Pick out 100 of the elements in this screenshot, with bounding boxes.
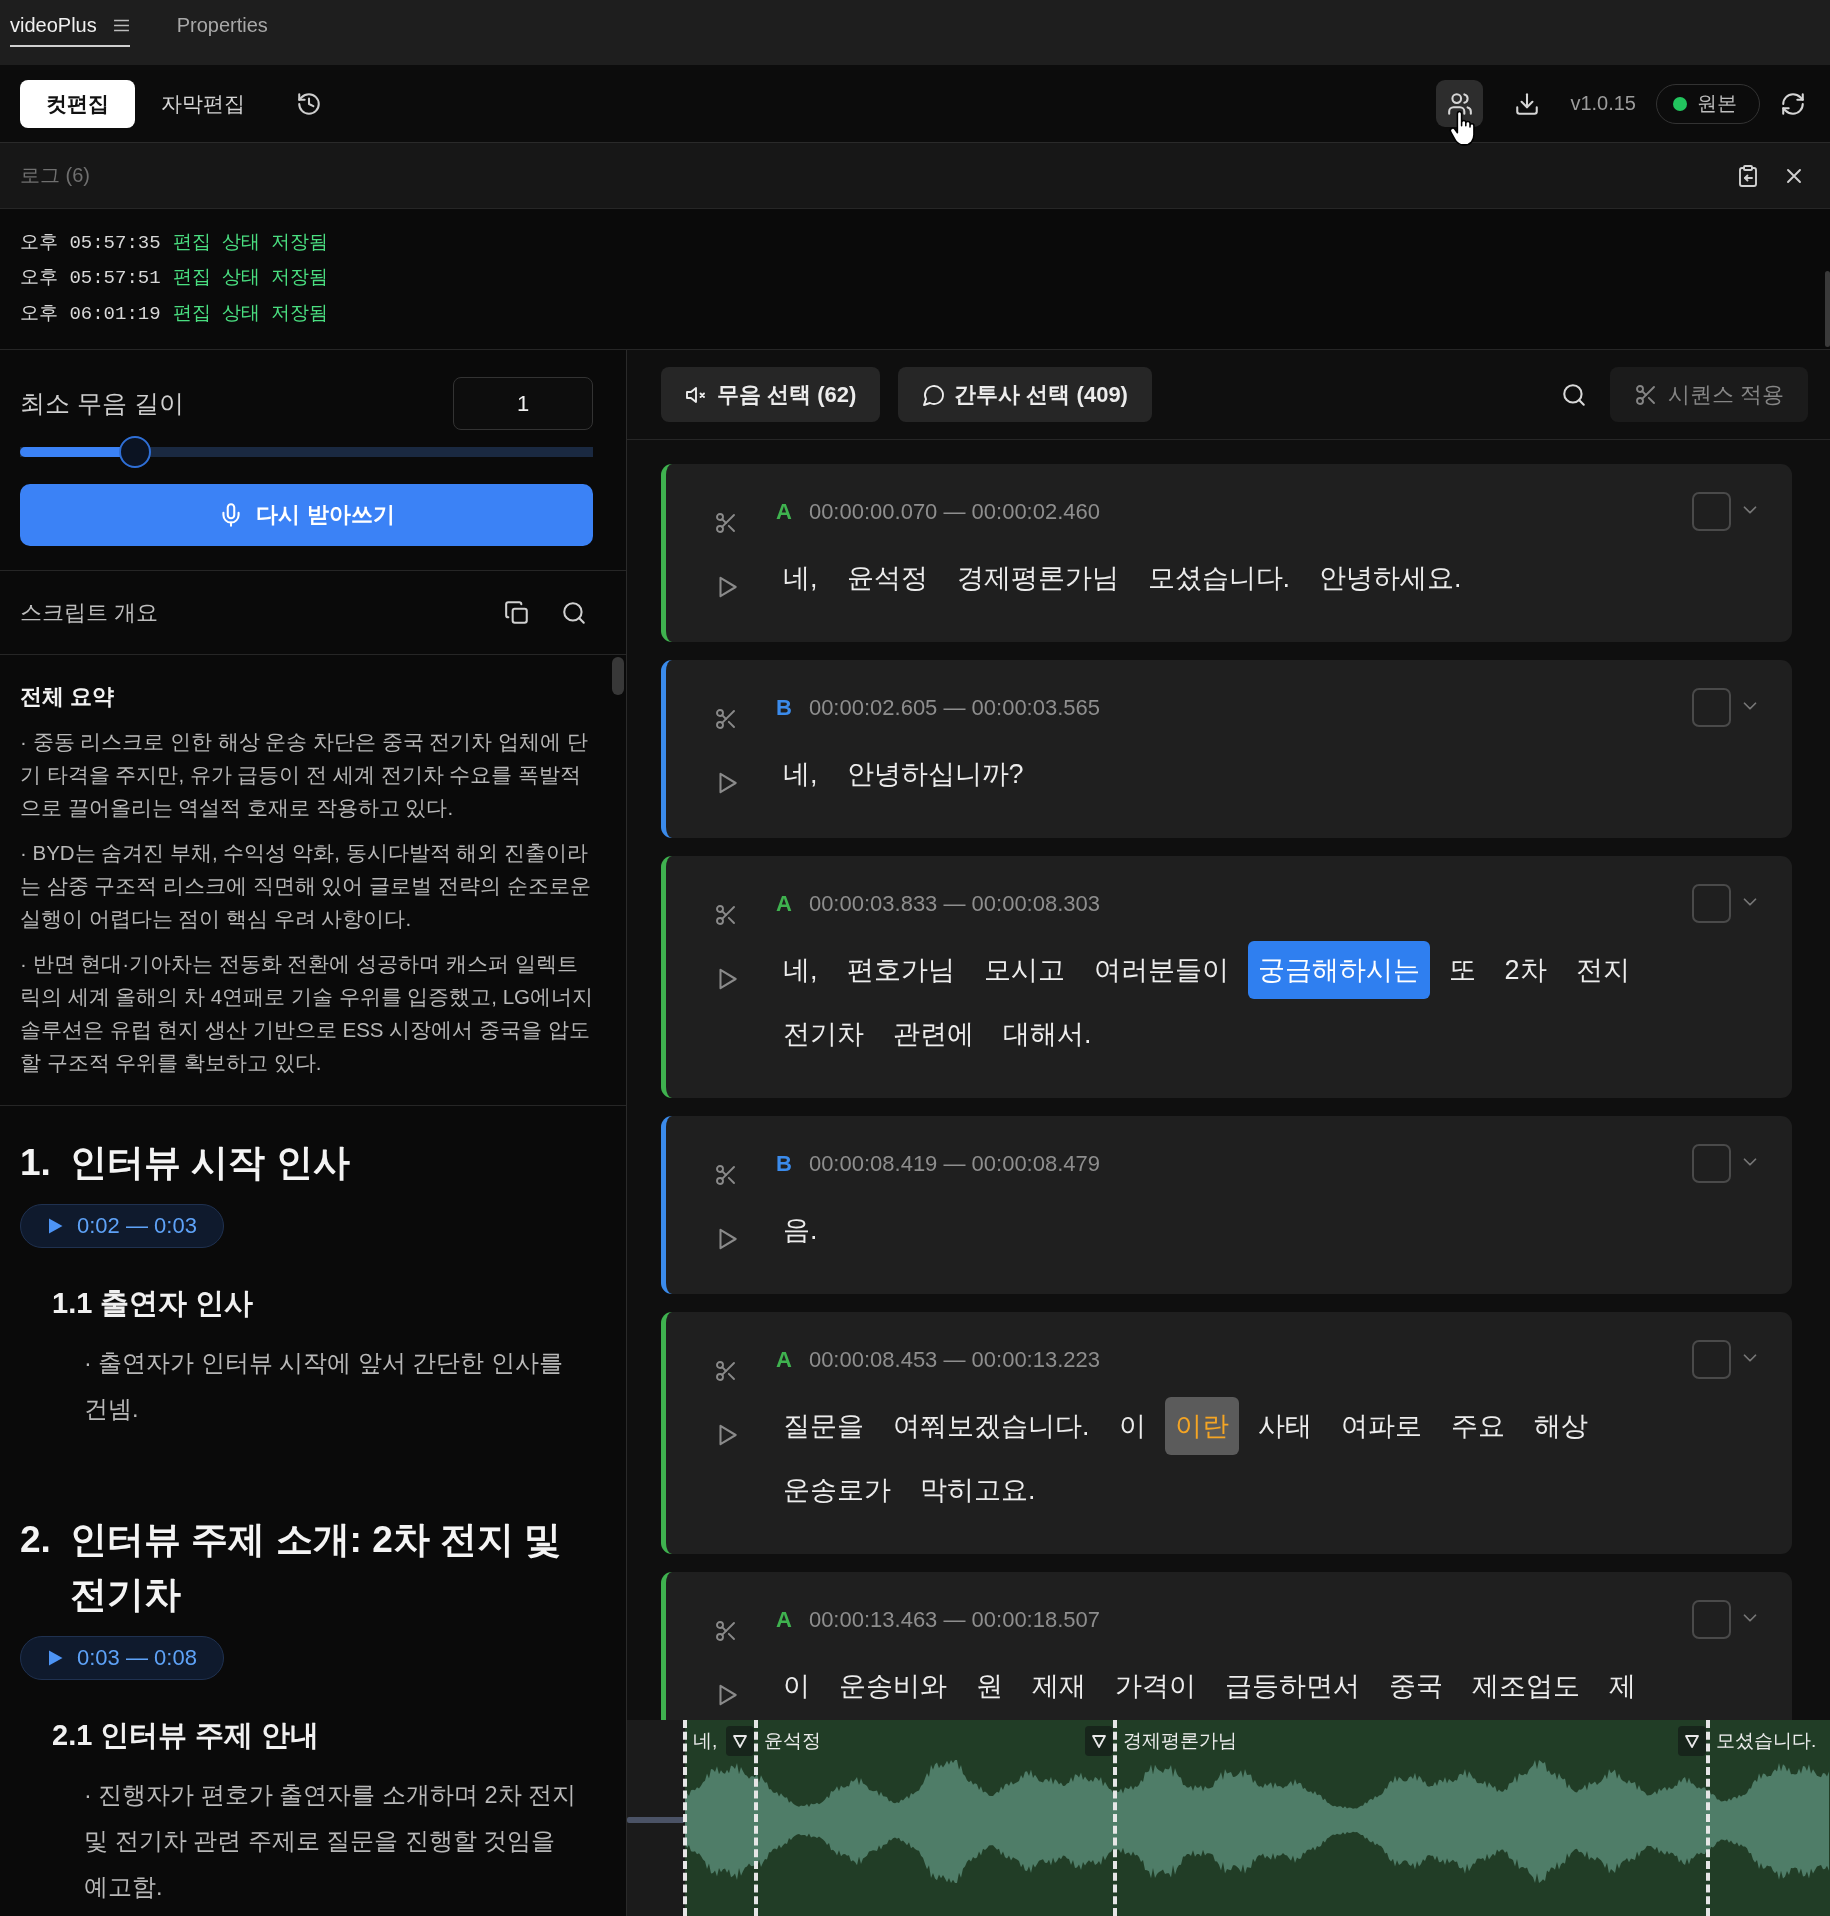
transcript-word[interactable]: 여파로 <box>1330 1397 1432 1455</box>
transcript-word[interactable]: 네, <box>773 549 828 607</box>
transcript-word[interactable]: 운송로가 <box>773 1461 901 1519</box>
log-time: 오후 06:01:19 <box>20 301 161 326</box>
transcript-word[interactable]: 이 <box>773 1657 820 1715</box>
transcript-word[interactable]: 음. <box>773 1201 828 1259</box>
transcript-word[interactable]: 사태 <box>1247 1397 1322 1455</box>
download-icon <box>1513 90 1540 117</box>
section-number: 2. <box>20 1518 52 1562</box>
transcript-word[interactable]: 급등하면서 <box>1215 1657 1370 1715</box>
transcript-word[interactable]: 제재 <box>1022 1657 1096 1715</box>
word-label: 경제평론가님 <box>1123 1729 1237 1753</box>
transcript-word[interactable]: 관련에 <box>883 1005 984 1063</box>
time-range-button[interactable]: 0:02 — 0:03 <box>20 1204 224 1248</box>
menu-icon[interactable] <box>112 18 130 32</box>
filler-select-button[interactable]: 간투사 선택 (409) <box>898 367 1152 422</box>
transcript-word[interactable]: 모시고 <box>973 941 1075 999</box>
refresh-icon[interactable] <box>1780 90 1806 117</box>
word-label: 윤석정 <box>764 1729 821 1753</box>
clipboard-icon[interactable] <box>1736 163 1760 188</box>
subsection-heading: 2.1 인터뷰 주제 안내 <box>52 1718 321 1753</box>
transcript-word[interactable]: 가격이 <box>1105 1657 1206 1715</box>
scissors-icon[interactable] <box>714 1359 738 1383</box>
scissors-icon[interactable] <box>714 511 738 535</box>
silence-select-button[interactable]: 무음 선택 (62) <box>661 367 881 422</box>
panel-tab[interactable]: videoPlus <box>10 5 130 47</box>
segment-time: 00:00:03.833 — 00:00:08.303 <box>808 891 1101 917</box>
scissors-icon[interactable] <box>714 707 738 731</box>
mode-tab[interactable]: 컷편집 <box>20 79 135 128</box>
transcript-word[interactable]: 대해서. <box>993 1005 1102 1063</box>
time-range-button[interactable]: 0:03 — 0:08 <box>20 1636 224 1680</box>
word-boundary-line[interactable] <box>683 1720 687 1916</box>
triangle-marker-icon[interactable] <box>1085 1726 1113 1756</box>
transcript-word[interactable]: 안녕하세요. <box>1309 549 1472 607</box>
checkbox[interactable] <box>1692 688 1731 727</box>
copy-icon[interactable] <box>504 599 530 626</box>
transcript-word[interactable]: 제조업도 <box>1462 1657 1590 1715</box>
transcript-word[interactable]: 네, <box>773 941 828 999</box>
summary-paragraph: · 중동 리스크로 인한 해상 운송 차단은 중국 전기차 업체에 단기 타격을 주지만, 유가 급등이 전 세계 전기차 수요를 폭발적으로 끌어올리는 역설적 호재로 작용하고 있다. <box>20 729 589 821</box>
transcript-word[interactable]: 주요 <box>1440 1397 1515 1455</box>
log-message: 편집 상태 저장됨 <box>172 301 329 326</box>
mode-tab[interactable]: 자막편집 <box>135 79 271 128</box>
speaker-label: A <box>776 1607 792 1633</box>
word-label: 네, <box>693 1729 718 1753</box>
scissors-icon[interactable] <box>714 903 738 927</box>
users-button[interactable] <box>1436 80 1484 127</box>
word-label: 모셨습니다. <box>1716 1729 1817 1753</box>
transcript-word[interactable]: 2차 <box>1494 941 1557 999</box>
transcript-word[interactable]: 네, <box>773 745 828 803</box>
checkbox[interactable] <box>1692 1600 1731 1639</box>
triangle-marker-icon[interactable] <box>726 1726 754 1756</box>
number-input[interactable]: 1 <box>453 377 593 430</box>
checkbox[interactable] <box>1692 884 1731 923</box>
checkbox[interactable] <box>1692 1144 1731 1183</box>
transcript-word[interactable]: 전기차 <box>773 1005 874 1063</box>
transcript-word[interactable]: 제 <box>1599 1657 1646 1715</box>
transcript-word[interactable]: 편호가님 <box>836 941 965 999</box>
segment-time: 00:00:08.419 — 00:00:08.479 <box>808 1151 1101 1177</box>
segment-time: 00:00:13.463 — 00:00:18.507 <box>808 1607 1101 1633</box>
log-message: 편집 상태 저장됨 <box>172 230 329 255</box>
scrollbar-thumb[interactable] <box>612 657 624 695</box>
scrollbar-thumb[interactable] <box>1825 271 1830 347</box>
transcript-word[interactable]: 막히고요. <box>910 1461 1046 1519</box>
transcript-word[interactable]: 전지 <box>1565 941 1640 999</box>
transcript-word[interactable]: 운송비와 <box>829 1657 957 1715</box>
section-number: 1. <box>20 1141 52 1185</box>
section-heading: 인터뷰 주제 소개: 2차 전지 및 전기차 <box>70 1518 563 1617</box>
subsection-heading: 1.1 출연자 인사 <box>52 1286 255 1321</box>
retranscribe-button[interactable]: 다시 받아쓰기 <box>20 484 593 546</box>
subsection-paragraph: · 출연자가 인터뷰 시작에 앞서 간단한 인사를 건넴. <box>84 1349 564 1424</box>
slider-thumb[interactable] <box>118 436 151 468</box>
triangle-marker-icon[interactable] <box>1678 1726 1706 1756</box>
log-time: 오후 05:57:51 <box>20 266 161 291</box>
transcript-word[interactable]: 경제평론가님 <box>946 549 1129 607</box>
summary-paragraph: · BYD는 숨겨진 부채, 수익성 악화, 동시다발적 해외 진출이라는 삼중 구조적 리스크에 직면해 있어 글로벌 전략의 순조로운 실행이 어렵다는 점이 핵심 우려 사항이다. <box>20 840 592 932</box>
transcript-word[interactable]: 모셨습니다. <box>1137 549 1301 607</box>
transcript-word[interactable]: 여쭤보겠습니다. <box>883 1397 1100 1455</box>
checkbox[interactable] <box>1692 492 1731 531</box>
speech-bubble-icon <box>922 382 947 407</box>
transcript-word[interactable]: 윤석정 <box>836 549 938 607</box>
highlighted-word[interactable]: 궁금해하시는 <box>1247 941 1430 999</box>
segment-time: 00:00:02.605 — 00:00:03.565 <box>808 695 1101 721</box>
transcript-word[interactable]: 또 <box>1438 941 1486 999</box>
transcript-word[interactable]: 안녕하십니까? <box>836 745 1034 803</box>
summary-paragraph: · 반면 현대·기아차는 전동화 전환에 성공하며 캐스퍼 일렉트릭의 세계 올해의 차 4연패로 기술 우위를 입증했고, LG에너지솔루션은 유럽 현지 생산 기반으로 ESS 시장에서 중국을 압도할 구조적 우위를 확보하고 있다. <box>20 951 593 1076</box>
transcript-word[interactable]: 이 <box>1108 1397 1156 1455</box>
transcript-word[interactable]: 질문을 <box>773 1397 874 1455</box>
transcript-word[interactable]: 해상 <box>1523 1397 1598 1455</box>
search-icon[interactable] <box>561 599 587 626</box>
transcript-word[interactable]: 원 <box>966 1657 1013 1715</box>
checkbox[interactable] <box>1692 1340 1731 1379</box>
transcript-word[interactable]: 중국 <box>1379 1657 1453 1715</box>
search-icon[interactable] <box>1560 381 1587 408</box>
history-icon[interactable] <box>296 90 322 117</box>
scissors-icon[interactable] <box>714 1163 738 1187</box>
scissors-icon[interactable] <box>714 1619 738 1643</box>
speaker-label: A <box>776 499 792 525</box>
section-heading: 인터뷰 시작 인사 <box>70 1141 350 1185</box>
transcript-word[interactable]: 여러분들이 <box>1083 941 1239 999</box>
panel-tab[interactable]: Properties <box>176 5 268 47</box>
